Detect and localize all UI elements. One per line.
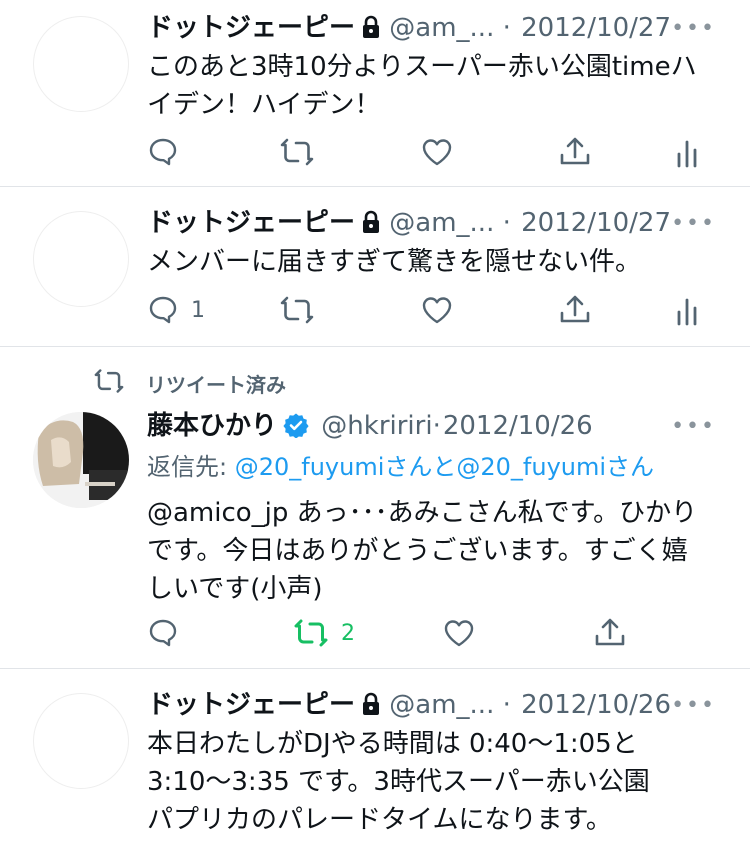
retweet-icon	[293, 617, 329, 649]
reply-prefix: 返信先:	[147, 453, 235, 481]
separator-dot: ·	[432, 411, 441, 441]
separator-dot: ·	[502, 13, 511, 43]
avatar[interactable]	[33, 16, 129, 112]
reply-icon	[147, 294, 179, 326]
avatar-photo	[33, 412, 129, 508]
handle[interactable]: @am_...	[389, 13, 494, 43]
handle[interactable]: @hkririri	[321, 411, 432, 441]
share-icon	[593, 616, 627, 650]
heart-icon	[442, 617, 476, 649]
tweet-actions: 1	[147, 290, 727, 330]
tweet[interactable]: ドットジェーピー @am_... · 2012/10/27 ••• このあと3時…	[0, 0, 750, 186]
retweet-icon	[279, 294, 315, 326]
more-icon[interactable]: •••	[671, 414, 716, 439]
reply-button[interactable]: 1	[147, 290, 205, 330]
analytics-button[interactable]	[675, 132, 699, 172]
avatar[interactable]	[33, 693, 129, 789]
display-name[interactable]: 藤本ひかり	[147, 411, 277, 441]
heart-icon	[420, 136, 454, 168]
lock-icon	[361, 206, 381, 246]
tweet-header: ドットジェーピー @am_... · 2012/10/26	[147, 685, 671, 725]
tweet-actions	[147, 132, 727, 172]
tweet[interactable]: 藤本ひかり @hkririri·2012/10/26 ••• 返信先: @20_…	[0, 347, 750, 667]
like-button[interactable]	[420, 290, 454, 330]
reply-context: 返信先: @20_fuyumiさんと@20_fuyumiさん	[147, 450, 654, 484]
lock-icon	[361, 11, 381, 51]
share-icon	[558, 135, 592, 169]
heart-icon	[420, 294, 454, 326]
tweet-text: 本日わたしがDJやる時間は 0:40〜1:05と3:10〜3:35 です。3時代…	[147, 729, 650, 835]
display-name[interactable]: ドットジェーピー	[147, 13, 355, 43]
share-button[interactable]	[558, 290, 592, 330]
tweet-header: ドットジェーピー @am_... · 2012/10/27	[147, 203, 671, 243]
reply-targets-link[interactable]: @20_fuyumiさんと@20_fuyumiさん	[235, 453, 654, 481]
tweet[interactable]: ドットジェーピー @am_... · 2012/10/26 ••• 本日わたしが…	[0, 669, 750, 846]
reply-icon	[147, 617, 179, 649]
tweet-date[interactable]: 2012/10/26	[521, 690, 671, 720]
tweet-header: 藤本ひかり @hkririri·2012/10/26	[147, 406, 593, 446]
avatar[interactable]	[33, 412, 129, 508]
retweet-button[interactable]: 2	[293, 613, 355, 653]
reply-button[interactable]	[147, 613, 179, 653]
like-button[interactable]	[420, 132, 454, 172]
handle[interactable]: @am_...	[389, 690, 494, 720]
separator-dot: ·	[502, 208, 511, 238]
tweet-header: ドットジェーピー @am_... · 2012/10/27	[147, 8, 671, 48]
handle[interactable]: @am_...	[389, 208, 494, 238]
avatar[interactable]	[33, 211, 129, 307]
retweet-count: 2	[341, 620, 355, 646]
display-name[interactable]: ドットジェーピー	[147, 208, 355, 238]
tweet-text: @amico_jp あっ･･･あみこさん私です。ひかりです。今日はありがとうござ…	[147, 494, 707, 608]
tweet-text: メンバーに届きすぎて驚きを隠せない件。	[147, 247, 642, 277]
analytics-icon	[675, 294, 699, 326]
share-button[interactable]	[593, 613, 627, 653]
display-name[interactable]: ドットジェーピー	[147, 690, 355, 720]
share-button[interactable]	[558, 132, 592, 172]
separator-dot: ·	[502, 690, 511, 720]
lock-icon	[361, 688, 381, 728]
reply-icon	[147, 136, 179, 168]
more-icon[interactable]: •••	[671, 693, 716, 718]
tweet-actions: 2	[147, 613, 727, 653]
tweet-text: このあと3時10分よりスーパー赤い公園timeハイデン！ハイデン！	[147, 52, 697, 120]
share-icon	[558, 293, 592, 327]
retweet-button[interactable]	[279, 132, 315, 172]
verified-badge-icon	[283, 410, 309, 450]
analytics-icon	[675, 136, 699, 168]
more-icon[interactable]: •••	[671, 16, 716, 41]
mention-link[interactable]: @amico_jp	[147, 498, 288, 528]
reply-count: 1	[191, 297, 205, 323]
retweet-button[interactable]	[279, 290, 315, 330]
tweet[interactable]: ドットジェーピー @am_... · 2012/10/27 ••• メンバーに届…	[0, 187, 750, 345]
tweet-date[interactable]: 2012/10/26	[443, 411, 593, 441]
reply-button[interactable]	[147, 132, 179, 172]
retweet-icon	[279, 136, 315, 168]
more-icon[interactable]: •••	[671, 211, 716, 236]
analytics-button[interactable]	[675, 290, 699, 330]
tweet-date[interactable]: 2012/10/27	[521, 13, 671, 43]
tweet-date[interactable]: 2012/10/27	[521, 208, 671, 238]
like-button[interactable]	[442, 613, 476, 653]
